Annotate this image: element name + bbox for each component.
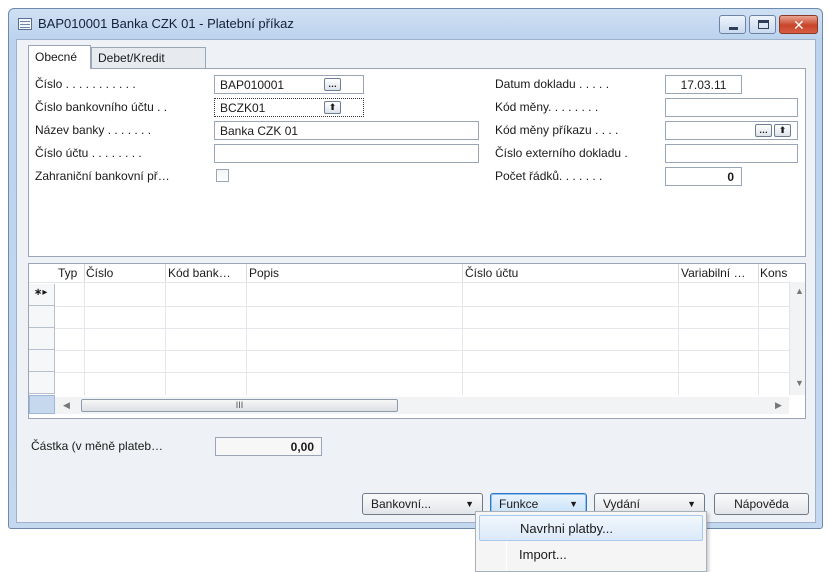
tab-obecne[interactable]: Obecné — [28, 45, 91, 69]
vydani-button-label: Vydání — [603, 497, 640, 511]
vertical-scrollbar[interactable]: ▲ ▼ — [789, 282, 805, 395]
column-header-kons[interactable]: Kons — [760, 266, 790, 280]
column-header-cislo-uctu[interactable]: Číslo účtu — [465, 266, 518, 280]
grid-corner-cell — [29, 395, 55, 414]
chevron-down-icon: ▼ — [687, 499, 696, 509]
grid-row-line — [29, 350, 789, 351]
row-selector[interactable] — [29, 350, 55, 372]
grid-column-line — [84, 282, 85, 395]
column-header-typ[interactable]: Typ — [58, 266, 77, 280]
cislo-lookup-icon[interactable]: … — [324, 78, 341, 91]
window-title: BAP010001 Banka CZK 01 - Platební příkaz — [38, 16, 294, 31]
row-selector[interactable] — [29, 372, 55, 394]
horizontal-scrollbar[interactable]: ◀ III ▶ — [55, 397, 789, 414]
column-header-cislo[interactable]: Číslo — [86, 266, 113, 280]
castka-field: 0,00 — [215, 437, 322, 456]
funkce-dropdown-menu: Navrhni platby... Import... — [475, 511, 707, 572]
cislo-bankovniho-uctu-value: BCZK01 — [220, 101, 266, 115]
menu-item-navrhni-platby[interactable]: Navrhni platby... — [479, 515, 703, 541]
column-header-popis[interactable]: Popis — [249, 266, 279, 280]
column-header-kod-banky[interactable]: Kód bank… — [168, 266, 231, 280]
bankovni-button-label: Bankovní... — [371, 497, 432, 511]
scroll-down-icon[interactable]: ▼ — [795, 378, 804, 388]
zahranicni-bankovni-label: Zahraniční bankovní př… — [35, 169, 170, 183]
cislo-externiho-dokladu-label: Číslo externího dokladu . — [495, 146, 628, 160]
main-window: BAP010001 Banka CZK 01 - Platební příkaz… — [8, 8, 823, 529]
cislo-uctu-label: Číslo účtu . . . . . . . . — [35, 146, 142, 160]
cislo-externiho-dokladu-field[interactable] — [665, 144, 798, 163]
funkce-button-label: Funkce — [499, 497, 539, 511]
row-selector[interactable] — [29, 328, 55, 350]
pocet-radku-field: 0 — [665, 167, 742, 186]
grid-row-line — [29, 282, 789, 283]
nazev-banky-label: Název banky . . . . . . . — [35, 123, 152, 137]
currency-drilldown-icon[interactable]: ⬆ — [774, 124, 791, 137]
tab-debet-kredit[interactable]: Debet/Kredit — [91, 47, 206, 68]
header-separator — [758, 264, 759, 282]
datum-dokladu-label: Datum dokladu . . . . . — [495, 77, 610, 91]
pocet-radku-label: Počet řádků. . . . . . . — [495, 169, 603, 183]
maximize-button[interactable] — [749, 15, 776, 34]
chevron-down-icon: ▼ — [465, 499, 474, 509]
grid-column-line — [165, 282, 166, 395]
title-bar[interactable]: BAP010001 Banka CZK 01 - Platební příkaz… — [9, 9, 822, 39]
cislo-label: Číslo . . . . . . . . . . . — [35, 77, 136, 91]
bankovni-button[interactable]: Bankovní... ▼ — [362, 493, 483, 515]
new-row-selector[interactable]: ∗▸ — [29, 284, 55, 306]
napoveda-button[interactable]: Nápověda — [714, 493, 809, 515]
grid-column-line — [758, 282, 759, 395]
maximize-icon — [758, 20, 769, 29]
kod-meny-field[interactable] — [665, 98, 798, 117]
nazev-banky-field[interactable]: Banka CZK 01 — [214, 121, 479, 140]
bank-account-drilldown-icon[interactable]: ⬆ — [324, 101, 341, 114]
header-separator — [246, 264, 247, 282]
datum-dokladu-field[interactable]: 17.03.11 — [665, 75, 742, 94]
castka-label: Částka (v měně plateb… — [31, 439, 164, 453]
kod-meny-label: Kód měny. . . . . . . . — [495, 100, 599, 114]
cislo-field[interactable]: BAP010001 … — [214, 75, 364, 94]
column-header-variabilni[interactable]: Variabilní … — [681, 266, 745, 280]
currency-lookup-icon[interactable]: … — [755, 124, 772, 137]
horizontal-scroll-thumb[interactable]: III — [81, 399, 398, 412]
minimize-button[interactable] — [719, 15, 746, 34]
kod-meny-prikazu-label: Kód měny příkazu . . . . — [495, 123, 619, 137]
grid-column-line — [678, 282, 679, 395]
scroll-left-icon[interactable]: ◀ — [63, 400, 70, 411]
cislo-bankovniho-uctu-field[interactable]: BCZK01 ⬆ — [214, 98, 364, 117]
minimize-icon — [729, 27, 738, 30]
cislo-uctu-field[interactable] — [214, 144, 479, 163]
header-separator — [84, 264, 85, 282]
close-icon: ✕ — [793, 17, 805, 33]
grid-row-line — [29, 328, 789, 329]
close-button[interactable]: ✕ — [779, 15, 818, 34]
general-tab-panel: Číslo . . . . . . . . . . . BAP010001 … … — [28, 68, 806, 257]
header-separator — [165, 264, 166, 282]
card-client-area: Obecné Debet/Kredit Číslo . . . . . . . … — [16, 39, 816, 523]
zahranicni-bankovni-checkbox[interactable] — [216, 169, 229, 182]
window-app-icon — [18, 18, 32, 30]
grid-column-line — [462, 282, 463, 395]
cislo-value: BAP010001 — [220, 78, 285, 92]
header-separator — [678, 264, 679, 282]
row-selector[interactable] — [29, 306, 55, 328]
grid-row-line — [29, 372, 789, 373]
scroll-up-icon[interactable]: ▲ — [795, 286, 804, 296]
kod-meny-prikazu-field[interactable]: … ⬆ — [665, 121, 798, 140]
grid-row-line — [29, 306, 789, 307]
summary-panel: Částka (v měně plateb… 0,00 — [28, 424, 806, 468]
header-separator — [462, 264, 463, 282]
grid-column-line — [246, 282, 247, 395]
payment-lines-grid: Typ Číslo Kód bank… Popis Číslo účtu Var… — [28, 263, 806, 419]
menu-item-import[interactable]: Import... — [479, 542, 703, 568]
cislo-bankovniho-uctu-label: Číslo bankovního účtu . . — [35, 100, 168, 114]
chevron-down-icon: ▼ — [569, 499, 578, 509]
scroll-right-icon[interactable]: ▶ — [775, 400, 782, 411]
